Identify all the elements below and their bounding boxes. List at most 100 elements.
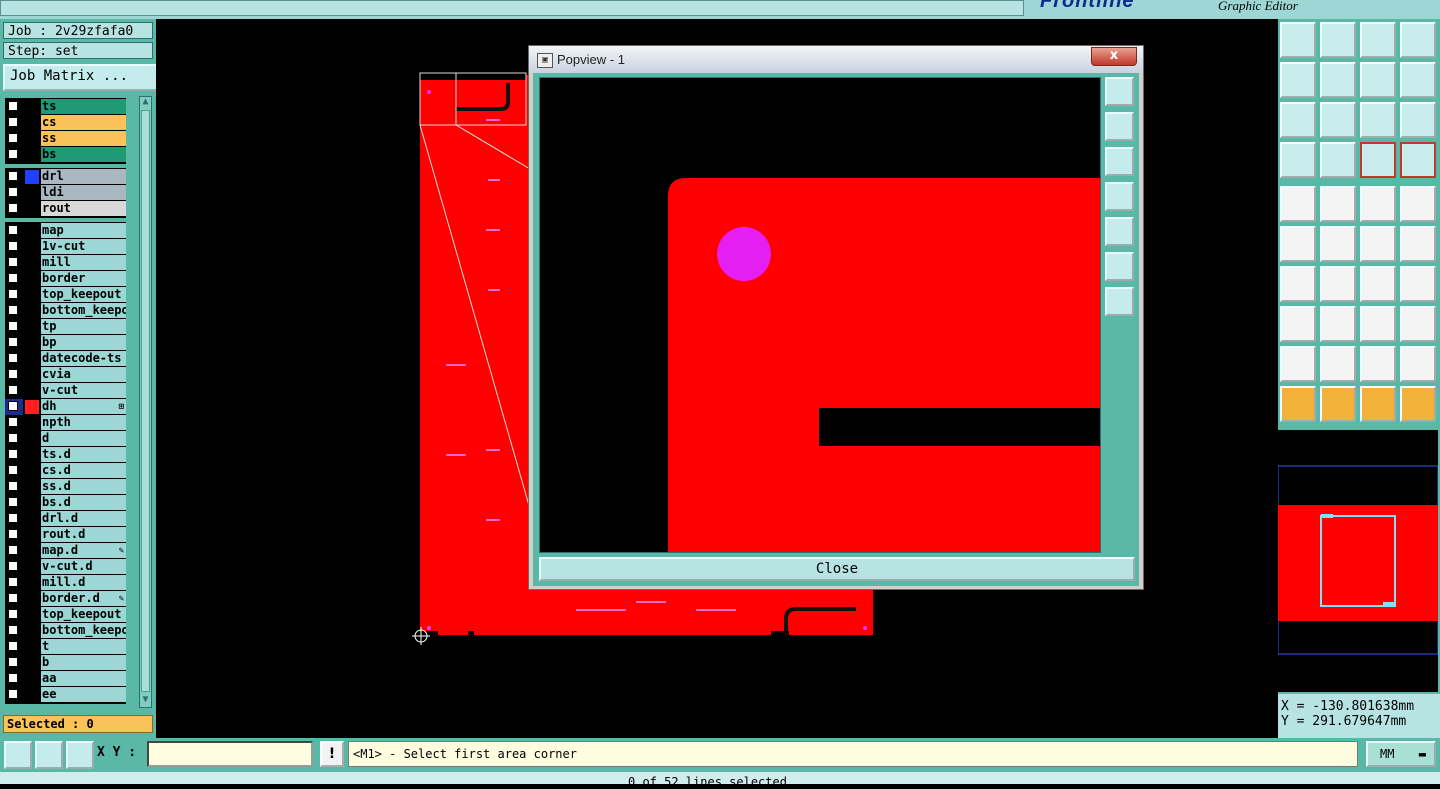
units-select[interactable]: MM ▬ [1366,741,1436,767]
layer-name[interactable]: top_keepout [41,607,126,622]
layer-checkbox[interactable] [8,203,18,213]
layer-row[interactable]: rout.d [5,527,126,543]
layer-color-swatch[interactable] [25,170,39,184]
layer-row[interactable]: drl [5,169,126,185]
layer-name[interactable]: rout.d [41,527,126,542]
layer-color-swatch[interactable] [25,560,39,574]
grid-snap-icon[interactable] [66,741,94,769]
tools-icon[interactable] [1280,142,1316,178]
layer-color-swatch[interactable] [25,448,39,462]
layer-row[interactable]: border [5,271,126,287]
layer-checkbox[interactable] [8,385,18,395]
measure-angle-icon[interactable] [35,741,63,769]
layer-row[interactable]: ss.d [5,479,126,495]
window-icon[interactable] [1400,22,1436,58]
layer-row[interactable]: ee [5,687,126,703]
layer-color-swatch[interactable] [25,304,39,318]
layer-name[interactable]: cvia [41,367,126,382]
layer-checkbox[interactable] [8,187,18,197]
layer-name[interactable]: border [41,271,126,286]
layer-row[interactable]: mill [5,255,126,271]
layer-color-swatch[interactable] [25,432,39,446]
layer-name[interactable]: bs [41,147,126,162]
layer-color-swatch[interactable] [25,352,39,366]
layer-name[interactable]: drl [41,169,126,184]
angle-icon[interactable] [1280,266,1316,302]
layer-name[interactable]: tp [41,319,126,334]
red-dot-line-icon[interactable] [1360,226,1396,262]
pointer-icon[interactable] [1280,386,1316,422]
layer-row[interactable]: ts.d [5,447,126,463]
help-icon[interactable] [1400,102,1436,138]
layer-name[interactable]: border.d ✎ [41,591,126,606]
layer-name[interactable]: mill.d [41,575,126,590]
layer-color-swatch[interactable] [25,528,39,542]
layer-color-swatch[interactable] [25,576,39,590]
layer-row[interactable]: aa [5,671,126,687]
line-icon[interactable] [1320,266,1356,302]
layer-color-swatch[interactable] [25,544,39,558]
layer-row[interactable]: datecode-ts [5,351,126,367]
zoom-center-icon[interactable] [1320,102,1356,138]
layer-checkbox[interactable] [8,273,18,283]
top-menu-field[interactable] [0,0,1024,16]
layer-row[interactable]: d [5,431,126,447]
layer-checkbox[interactable] [8,257,18,267]
scroll-up-icon[interactable]: ▲ [139,96,152,108]
layer-name[interactable]: 1v-cut [41,239,126,254]
layer-checkbox[interactable] [8,289,18,299]
layer-color-swatch[interactable] [25,320,39,334]
zoom-center-icon[interactable] [1105,287,1134,316]
layer-scrollbar-thumb[interactable] [141,110,150,692]
alert-button[interactable]: ! [320,741,344,767]
layer-row[interactable]: t [5,639,126,655]
popview-canvas[interactable] [539,77,1101,553]
layer-checkbox[interactable] [8,305,18,315]
layer-name[interactable]: datecode-ts [41,351,126,366]
layer-checkbox[interactable] [8,101,18,111]
layer-checkbox[interactable] [8,149,18,159]
undo-s-icon[interactable] [1400,62,1436,98]
layer-row[interactable]: ts [5,99,126,115]
layer-name[interactable]: npth [41,415,126,430]
popview-close-button[interactable]: Close [539,557,1135,581]
layer-color-swatch[interactable] [25,416,39,430]
move-pad-icon[interactable] [1280,306,1316,342]
layer-name[interactable]: bs.d [41,495,126,510]
layer-row[interactable]: top_keepout [5,287,126,303]
layer-color-swatch[interactable] [25,512,39,526]
route-icon[interactable] [1320,186,1356,222]
rotate-icon[interactable] [1360,266,1396,302]
pan-right-icon[interactable] [1105,217,1134,246]
layer-name[interactable]: cs.d [41,463,126,478]
layer-color-swatch[interactable] [25,148,39,162]
layer-row[interactable]: rout [5,201,126,217]
layer-row[interactable]: border.d ✎ [5,591,126,607]
layer-name[interactable]: b [41,655,126,670]
layer-color-swatch[interactable] [25,100,39,114]
trim-icon[interactable] [1320,306,1356,342]
layer-row[interactable]: top_keepout [5,607,126,623]
layer-checkbox[interactable] [8,241,18,251]
overview-map[interactable] [1277,430,1439,692]
layer-color-swatch[interactable] [25,368,39,382]
layer-row[interactable]: mill.d [5,575,126,591]
layer-row[interactable]: map.d ✎ [5,543,126,559]
layer-color-swatch[interactable] [25,624,39,638]
layer-color-swatch[interactable] [25,288,39,302]
cross-icon[interactable] [1320,226,1356,262]
layer-checkbox[interactable] [8,353,18,363]
layer-row[interactable]: drl.d [5,511,126,527]
layer-checkbox[interactable] [8,225,18,235]
measure-icon[interactable] [1360,306,1396,342]
layer-name[interactable]: ldi [41,185,126,200]
layer-checkbox[interactable] [8,625,18,635]
mirror-icon[interactable] [1400,266,1436,302]
layer-row[interactable]: cs [5,115,126,131]
layer-checkbox[interactable] [8,481,18,491]
layer-checkbox[interactable] [8,577,18,587]
layer-checkbox[interactable] [8,593,18,603]
layer-row[interactable]: tp [5,319,126,335]
layer-color-swatch[interactable] [25,272,39,286]
pointer-box-icon[interactable] [1320,386,1356,422]
